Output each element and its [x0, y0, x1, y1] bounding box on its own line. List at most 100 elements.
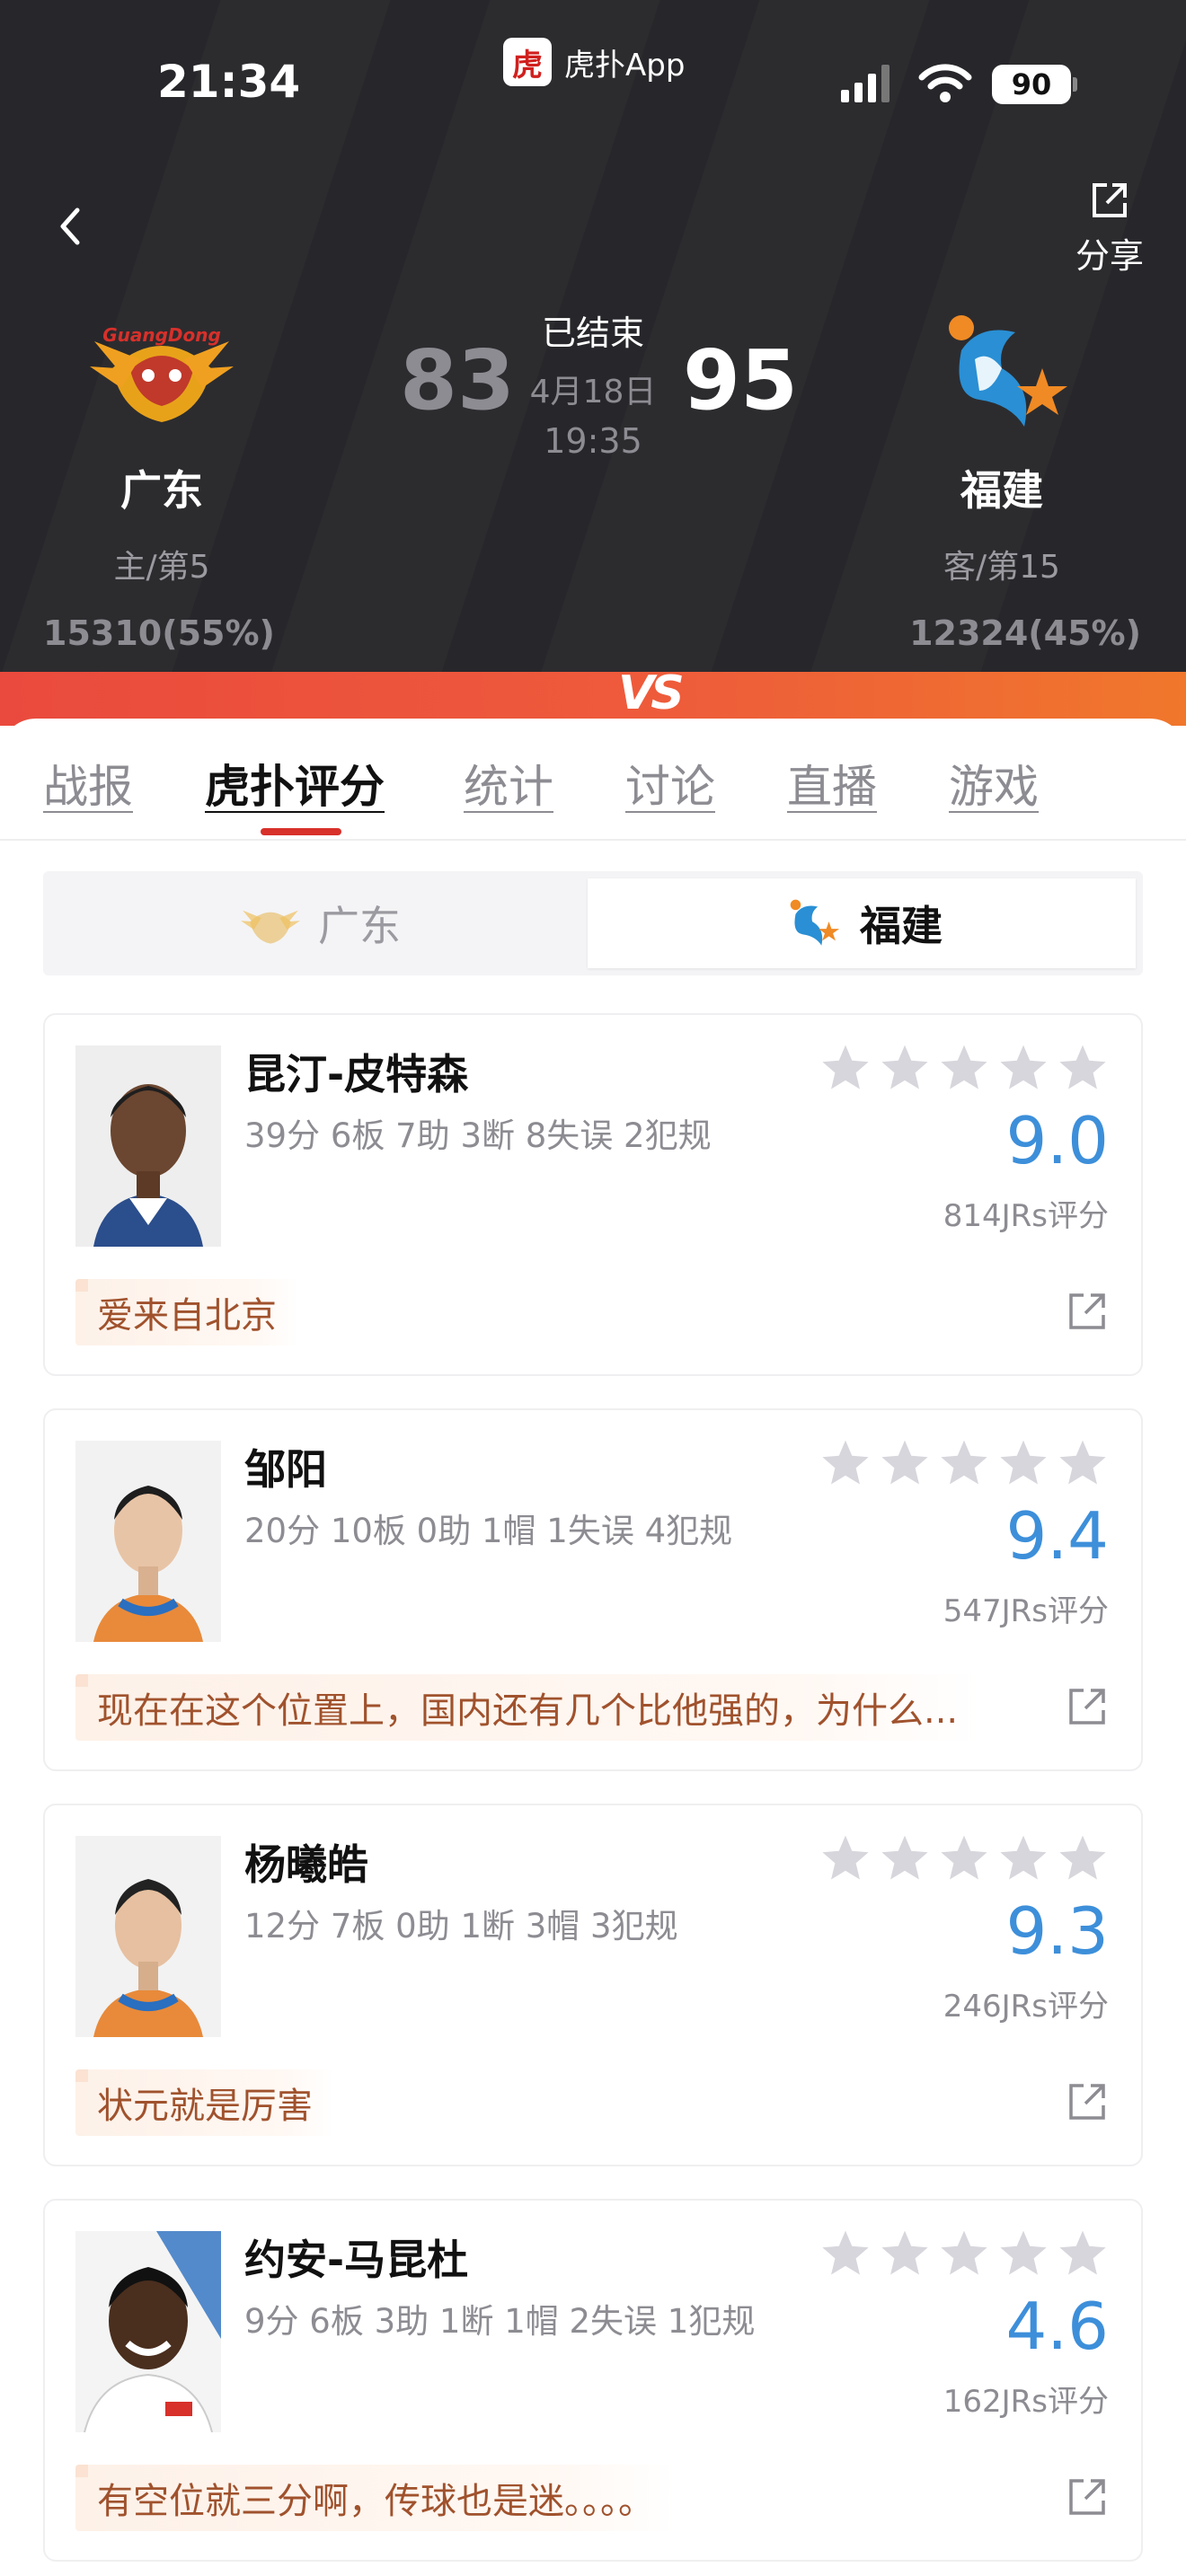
battery-icon: 90	[992, 65, 1071, 104]
player-card[interactable]: 杨曦皓 12分 7板 0助 1断 3帽 3犯规 9.3 246JRs评分 状元就…	[43, 1804, 1143, 2166]
rating-count: 814JRs评分	[943, 1198, 1109, 1234]
tab-hupu-rating[interactable]: 虎扑评分	[205, 751, 385, 816]
share-icon	[1093, 183, 1127, 217]
tab-bar: 战报 虎扑评分 统计 讨论 直播 游戏	[0, 719, 1186, 841]
top-comment[interactable]: 现在在这个位置上，国内还有几个比他强的，为什么...	[75, 1674, 980, 1741]
wifi-icon	[918, 64, 972, 102]
cellular-signal-icon	[841, 63, 890, 102]
status-time: 21:34	[157, 56, 301, 108]
support-ratio-bar	[0, 672, 1186, 726]
star-icon[interactable]	[938, 1437, 990, 1489]
active-tab-indicator	[261, 828, 341, 835]
game-date: 4月18日	[529, 374, 657, 410]
toggle-guangdong-label: 广东	[318, 902, 401, 950]
star-icon[interactable]	[879, 1832, 931, 1884]
tab-report[interactable]: 战报	[43, 751, 133, 816]
away-score: 95	[683, 332, 799, 428]
hupu-logo-icon: 虎	[503, 38, 552, 86]
player-card[interactable]: 约安-马昆杜 9分 6板 3助 1断 1帽 2失误 1犯规 4.6 162JRs…	[43, 2199, 1143, 2562]
open-link-icon[interactable]	[1067, 2477, 1107, 2517]
rating-stars[interactable]	[819, 1042, 1109, 1094]
game-time: 19:35	[544, 421, 642, 461]
toggle-fujian[interactable]: 福建	[588, 878, 1136, 968]
vs-label: VS	[618, 666, 685, 720]
star-icon[interactable]	[819, 1437, 872, 1489]
rating-count: 547JRs评分	[943, 1593, 1109, 1629]
away-team-name: 福建	[960, 466, 1043, 515]
open-link-icon[interactable]	[1067, 2082, 1107, 2122]
toggle-guangdong[interactable]: 广东	[50, 878, 589, 968]
open-link-icon[interactable]	[1067, 1687, 1107, 1726]
player-card[interactable]: 昆汀-皮特森 39分 6板 7助 3断 8失误 2犯规 9.0 814JRs评分…	[43, 1013, 1143, 1376]
star-icon[interactable]	[997, 1042, 1049, 1094]
star-icon[interactable]	[938, 1042, 990, 1094]
open-link-icon[interactable]	[1067, 1292, 1107, 1331]
top-comment[interactable]: 爱来自北京	[75, 1279, 298, 1345]
game-status-block: 已结束 4月18日 19:35	[503, 305, 683, 461]
rating-count: 246JRs评分	[943, 1989, 1109, 2025]
star-icon[interactable]	[997, 2228, 1049, 2280]
star-icon[interactable]	[819, 1832, 872, 1884]
rating-stars[interactable]	[819, 2228, 1109, 2280]
star-icon[interactable]	[879, 2228, 931, 2280]
player-photo	[75, 2231, 221, 2432]
player-rating: 9.0	[1005, 1103, 1109, 1178]
guangdong-mini-logo-icon	[241, 910, 300, 944]
app-badge[interactable]: 虎 虎扑App	[503, 38, 685, 86]
player-stats: 20分 10板 0助 1帽 1失误 4犯规	[244, 1512, 733, 1550]
share-button[interactable]: 分享	[1069, 180, 1150, 278]
player-card[interactable]: 邹阳 20分 10板 0助 1帽 1失误 4犯规 9.4 547JRs评分 现在…	[43, 1408, 1143, 1771]
player-stats: 39分 6板 7助 3断 8失误 2犯规	[244, 1116, 712, 1155]
home-team-rank: 主/第5	[113, 549, 210, 586]
toggle-fujian-label: 福建	[860, 902, 943, 950]
star-icon[interactable]	[1057, 2228, 1109, 2280]
player-rating: 9.4	[1005, 1498, 1109, 1574]
away-support-count[interactable]: 12324(45%)	[909, 613, 1141, 653]
player-rating: 9.3	[1005, 1893, 1109, 1969]
player-photo	[75, 1836, 221, 2037]
top-comment[interactable]: 状元就是厉害	[75, 2069, 334, 2136]
home-team-name: 广东	[120, 466, 203, 515]
tab-stats[interactable]: 统计	[464, 751, 553, 816]
player-stats: 9分 6板 3助 1断 1帽 2失误 1犯规	[244, 2302, 756, 2341]
rating-stars[interactable]	[819, 1437, 1109, 1489]
home-team[interactable]: GuangDong 广东 主/第5	[27, 305, 296, 587]
away-team-rank: 客/第15	[943, 549, 1060, 586]
app-name: 虎扑App	[564, 47, 686, 84]
tab-discussion[interactable]: 讨论	[625, 751, 715, 816]
star-icon[interactable]	[997, 1437, 1049, 1489]
away-team[interactable]: 福建 客/第15	[867, 305, 1137, 587]
rating-stars[interactable]	[819, 1832, 1109, 1884]
svg-text:GuangDong: GuangDong	[102, 324, 221, 346]
player-stats: 12分 7板 0助 1断 3帽 3犯规	[244, 1907, 678, 1945]
star-icon[interactable]	[938, 2228, 990, 2280]
star-icon[interactable]	[1057, 1832, 1109, 1884]
tab-games[interactable]: 游戏	[949, 751, 1039, 816]
player-name: 约安-马昆杜	[244, 2236, 469, 2284]
tab-live[interactable]: 直播	[787, 751, 877, 816]
player-photo	[75, 1045, 221, 1247]
star-icon[interactable]	[819, 2228, 872, 2280]
back-arrow-icon[interactable]	[52, 199, 88, 253]
star-icon[interactable]	[997, 1832, 1049, 1884]
player-name: 杨曦皓	[244, 1840, 368, 1889]
star-icon[interactable]	[879, 1437, 931, 1489]
battery-tip	[1073, 77, 1077, 92]
star-icon[interactable]	[879, 1042, 931, 1094]
star-icon[interactable]	[938, 1832, 990, 1884]
star-icon[interactable]	[1057, 1437, 1109, 1489]
share-label: 分享	[1075, 236, 1144, 276]
top-comment[interactable]: 有空位就三分啊，传球也是迷。。。。	[75, 2465, 676, 2531]
star-icon[interactable]	[1057, 1042, 1109, 1094]
home-score: 83	[400, 332, 516, 428]
game-status: 已结束	[541, 313, 644, 353]
player-rating: 4.6	[1005, 2289, 1109, 2364]
star-icon[interactable]	[819, 1042, 872, 1094]
home-support-count[interactable]: 15310(55%)	[43, 613, 275, 653]
player-photo	[75, 1441, 221, 1642]
player-name: 邹阳	[244, 1445, 327, 1494]
fujian-mini-logo-icon	[790, 899, 840, 946]
guangdong-team-logo-icon: GuangDong	[90, 324, 234, 422]
fujian-team-logo-icon	[949, 315, 1067, 427]
team-toggle: 广东 福建	[43, 871, 1143, 975]
